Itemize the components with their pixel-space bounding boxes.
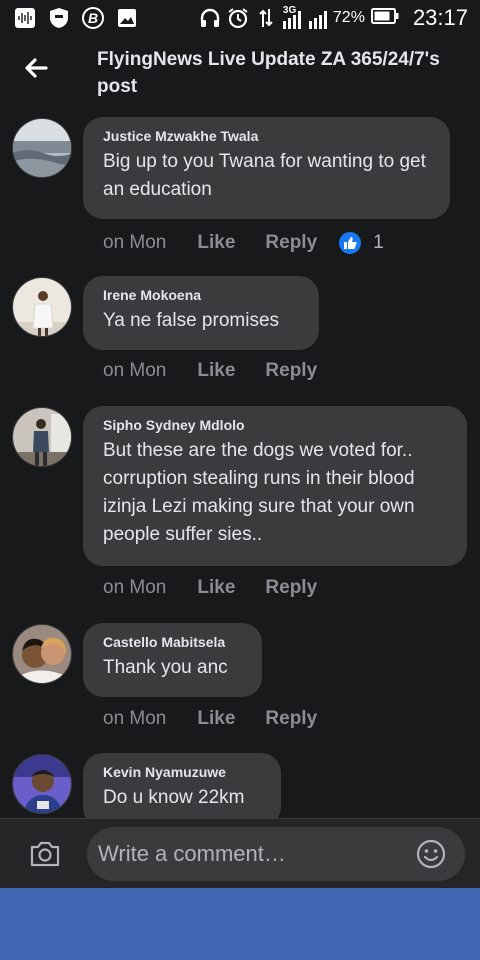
emoji-icon: [414, 839, 448, 875]
like-button[interactable]: Like: [197, 232, 235, 254]
shield-icon: [48, 7, 70, 29]
comment-time[interactable]: on Mon: [103, 577, 166, 599]
b-badge-icon: B: [82, 7, 104, 29]
comment-input[interactable]: [87, 827, 465, 881]
comment-author[interactable]: Sipho Sydney Mdlolo: [103, 417, 447, 433]
image-icon: [116, 7, 138, 29]
camera-icon: [28, 841, 62, 875]
comment-bubble[interactable]: Sipho Sydney Mdlolo But these are the do…: [83, 406, 467, 566]
comment-text: Do u know 22km: [103, 787, 245, 808]
avatar[interactable]: [12, 624, 72, 684]
comment-text: Big up to you Twana for wanting to get a…: [103, 151, 426, 200]
comment-text: But these are the dogs we voted for.. co…: [103, 440, 415, 545]
page-title: FlyingNews Live Update ZA 365/24/7's pos…: [97, 49, 440, 97]
comment-author[interactable]: Kevin Nyamuzuwe: [103, 764, 261, 780]
clock-time: 23:17: [412, 5, 468, 30]
comment-author[interactable]: Justice Mzwakhe Twala: [103, 128, 430, 144]
comment-actions: on Mon Like Reply: [103, 360, 317, 382]
comment-bubble[interactable]: Kevin Nyamuzuwe Do u know 22km: [83, 753, 281, 818]
sound-wave-icon: [14, 7, 36, 29]
avatar[interactable]: [12, 118, 72, 178]
like-button[interactable]: Like: [197, 577, 235, 599]
system-navigation-bar: [0, 888, 480, 960]
comment-actions: on Mon Like Reply 1: [103, 230, 384, 256]
comment-bubble[interactable]: Justice Mzwakhe Twala Big up to you Twan…: [83, 117, 450, 219]
thumbs-up-icon: [337, 230, 364, 256]
comment-composer: [0, 818, 480, 888]
battery-icon: [370, 7, 399, 29]
comment-author[interactable]: Castello Mabitsela: [103, 634, 242, 650]
comment-time[interactable]: on Mon: [103, 360, 166, 382]
network-type-label: 3G: [282, 5, 297, 16]
screen: B 3G 72% 23:17 FlyingNews Live Update ZA…: [0, 0, 480, 960]
back-arrow-icon: [24, 57, 48, 83]
emoji-button[interactable]: [414, 837, 448, 871]
avatar[interactable]: [12, 277, 72, 337]
data-transfer-icon: [255, 7, 277, 29]
avatar[interactable]: [12, 407, 72, 467]
reply-button[interactable]: Reply: [265, 708, 317, 730]
svg-text:B: B: [88, 10, 98, 26]
signal-icon: 3G: [282, 5, 327, 29]
status-bar: B 3G 72% 23:17: [0, 0, 480, 36]
like-button[interactable]: Like: [197, 360, 235, 382]
like-button[interactable]: Like: [197, 708, 235, 730]
reaction-summary[interactable]: 1: [337, 230, 384, 256]
comment-bubble[interactable]: Irene Mokoena Ya ne false promises: [83, 276, 319, 350]
back-button[interactable]: [20, 54, 52, 86]
comment-time[interactable]: on Mon: [103, 232, 166, 254]
headphones-icon: [199, 7, 221, 29]
reply-button[interactable]: Reply: [265, 360, 317, 382]
alarm-icon: [227, 7, 249, 29]
comment-actions: on Mon Like Reply: [103, 708, 317, 730]
reply-button[interactable]: Reply: [265, 232, 317, 254]
camera-button[interactable]: [28, 837, 62, 871]
comment-author[interactable]: Irene Mokoena: [103, 287, 299, 303]
post-header: FlyingNews Live Update ZA 365/24/7's pos…: [0, 36, 480, 108]
comment-text: Ya ne false promises: [103, 310, 280, 331]
comment-list[interactable]: Justice Mzwakhe Twala Big up to you Twan…: [0, 108, 480, 818]
avatar[interactable]: [12, 754, 72, 814]
comment-bubble[interactable]: Castello Mabitsela Thank you anc: [83, 623, 262, 697]
comment-text: Thank you anc: [103, 657, 228, 678]
reaction-count: 1: [373, 232, 384, 253]
reply-button[interactable]: Reply: [265, 577, 317, 599]
comment-time[interactable]: on Mon: [103, 708, 166, 730]
battery-percent: 72%: [332, 9, 365, 26]
comment-actions: on Mon Like Reply: [103, 577, 317, 599]
